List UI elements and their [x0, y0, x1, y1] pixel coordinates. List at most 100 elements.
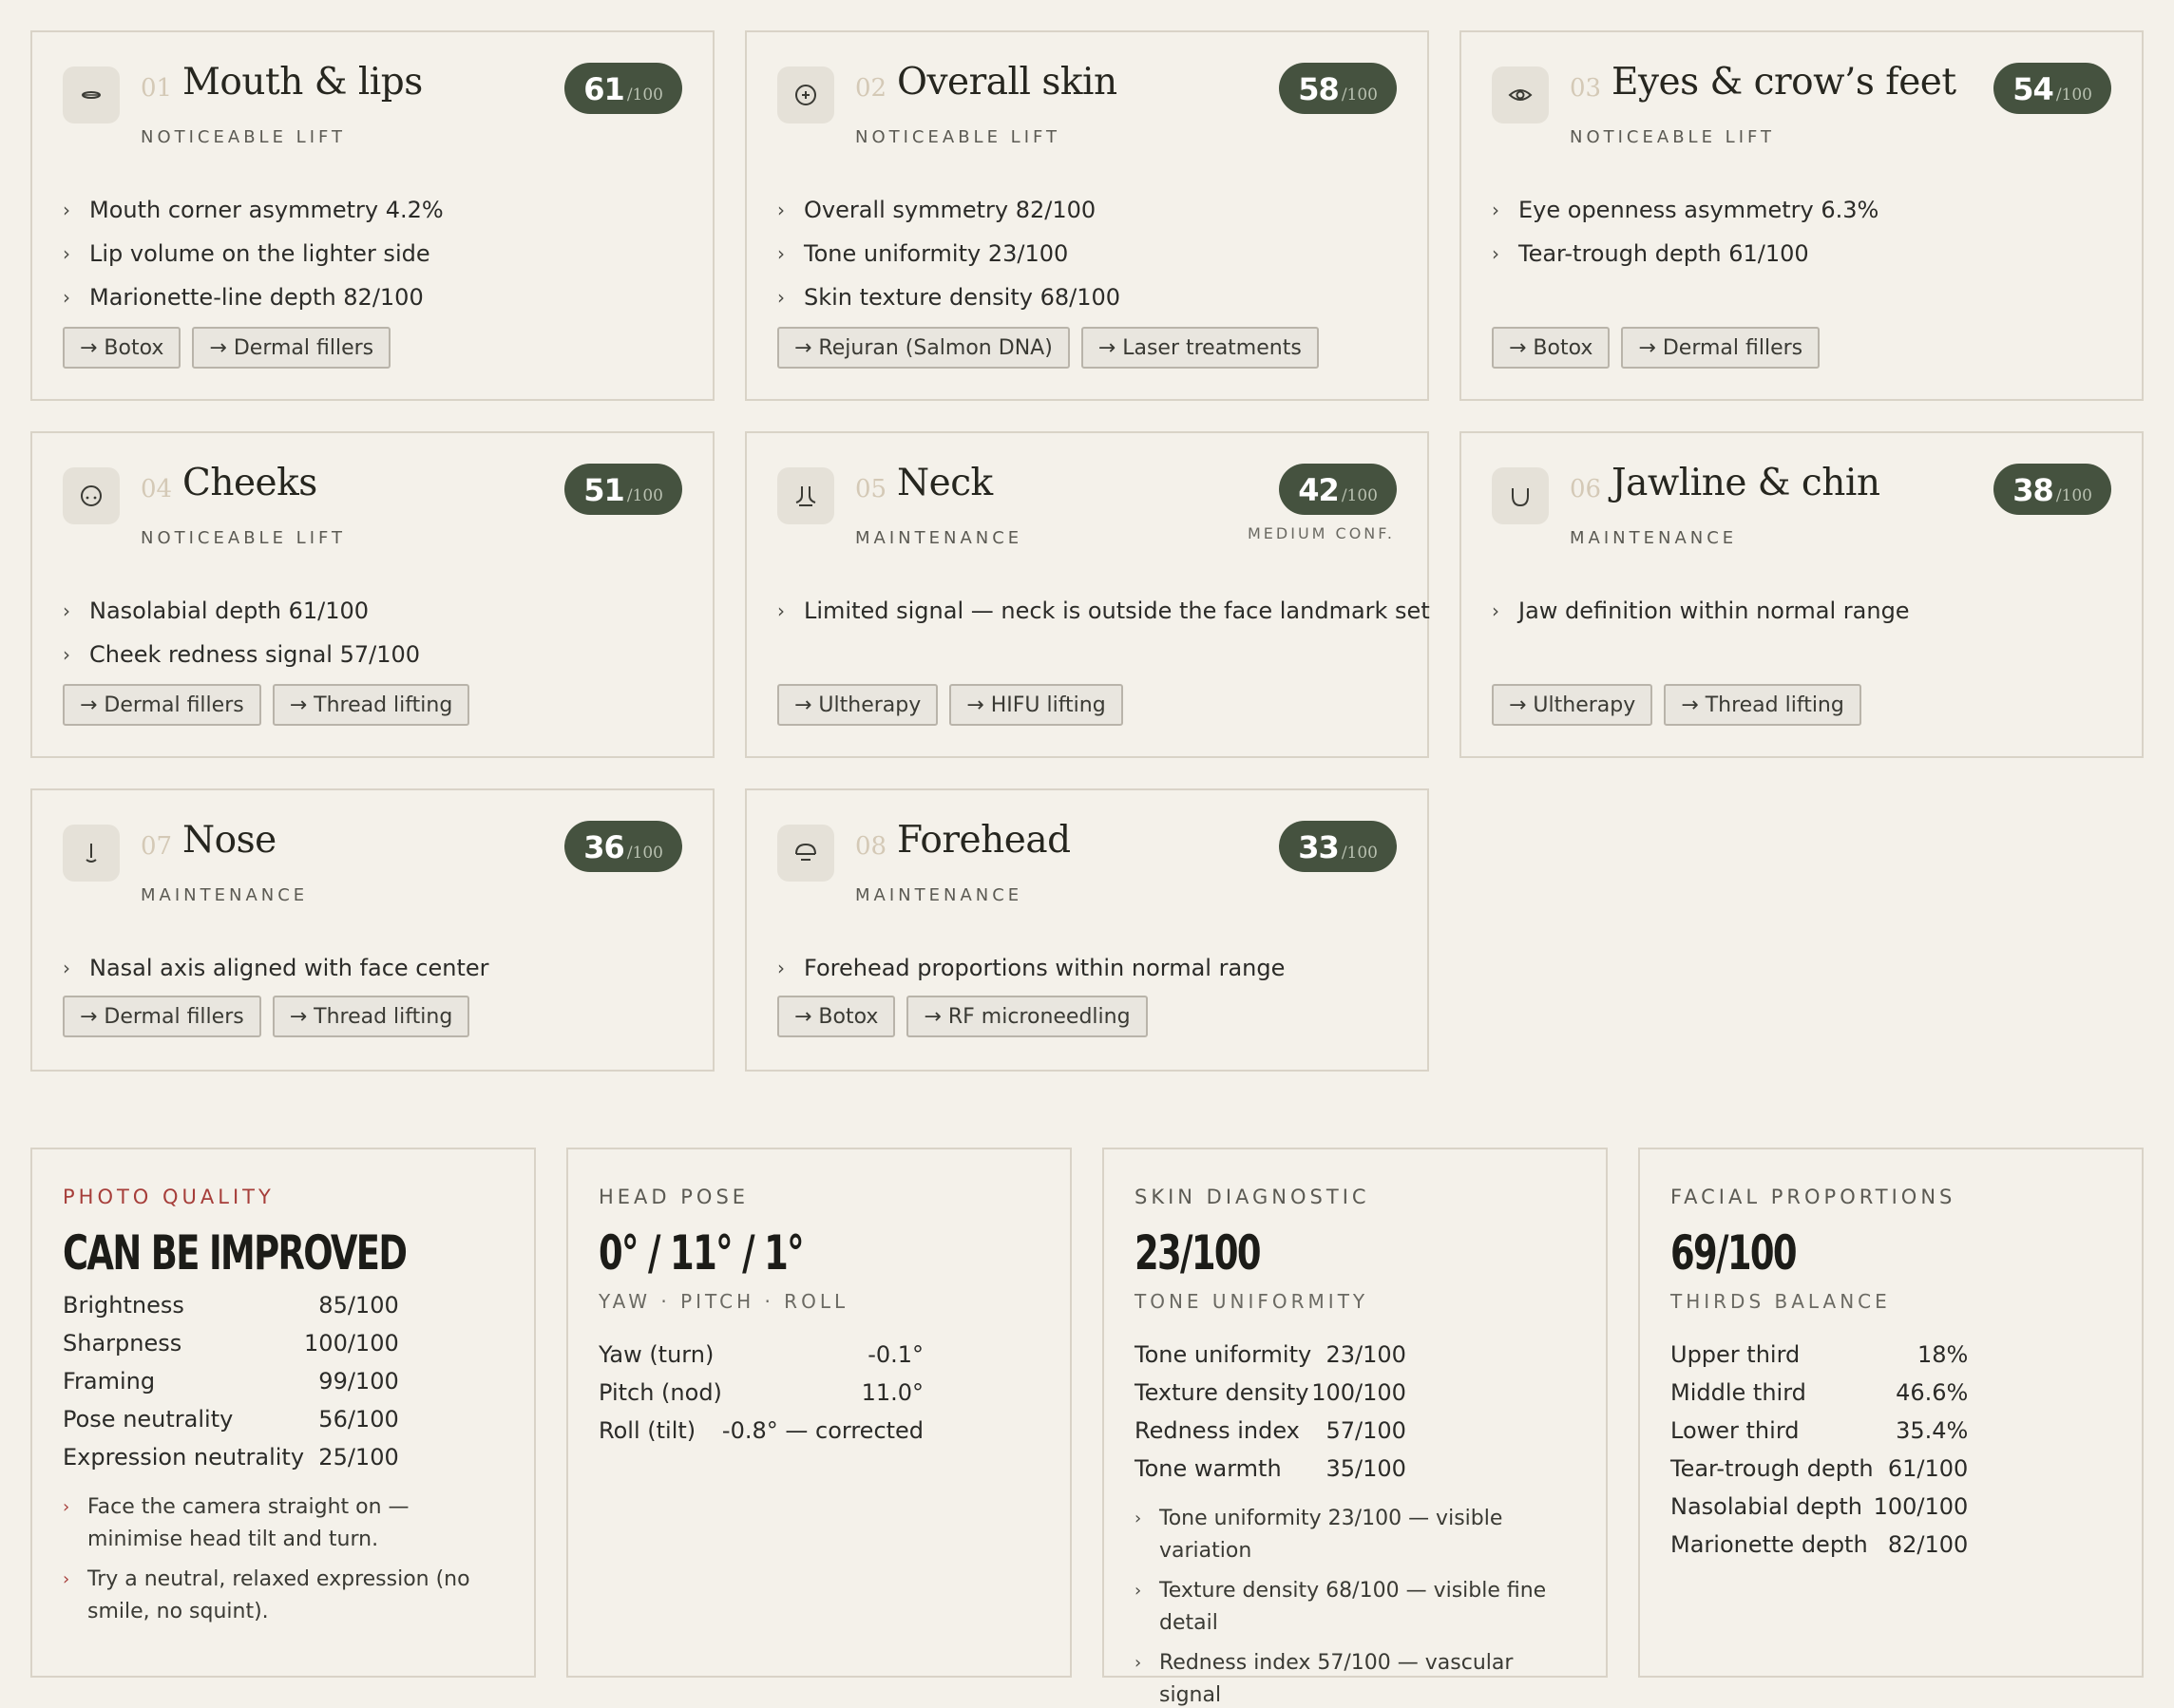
region-card[interactable]: 08 Forehead MAINTENANCE 33/100 › Forehead pro…	[745, 788, 1429, 1072]
chevron-right-icon: ›	[63, 1569, 70, 1589]
finding-text: Lip volume on the lighter side	[89, 240, 430, 267]
stat-row: Middle third 46.6%	[1670, 1374, 1968, 1412]
mouth-icon	[63, 66, 120, 123]
stat-label: Framing	[63, 1368, 156, 1395]
stat-value: 99/100	[318, 1368, 399, 1395]
region-number: 04	[141, 475, 173, 503]
treatment-chip[interactable]: → Ultherapy	[777, 684, 939, 726]
treatment-chip[interactable]: → Dermal fillers	[1621, 327, 1821, 369]
region-card[interactable]: 03 Eyes & crow’s feet NOTICEABLE LIFT 54/10…	[1459, 30, 2144, 401]
score-badge: 54/100	[1993, 63, 2111, 114]
treatment-list: → Botox → Dermal fillers	[1492, 327, 1821, 369]
photo-quality-headline: CAN BE IMPROVED	[63, 1225, 408, 1281]
chevron-right-icon: ›	[63, 957, 70, 979]
stat-value: 35/100	[1325, 1455, 1406, 1482]
stat-value: 35.4%	[1896, 1417, 1969, 1444]
confidence-label: MEDIUM CONF.	[1247, 524, 1395, 542]
treatment-chip[interactable]: → Ultherapy	[1492, 684, 1653, 726]
skin-diagnostic-sub: TONE UNIFORMITY	[1135, 1290, 1369, 1313]
chevron-right-icon: ›	[1135, 1509, 1142, 1528]
treatment-list: → Rejuran (Salmon DNA) → Laser treatments	[777, 327, 1319, 369]
treatment-chip[interactable]: → Dermal fillers	[63, 684, 261, 726]
stat-row: Upper third 18%	[1670, 1336, 1968, 1374]
nose-icon	[63, 825, 120, 882]
finding-text: Tone uniformity 23/100	[804, 240, 1069, 267]
treatment-chip[interactable]: → Thread lifting	[1664, 684, 1861, 726]
stat-label: Lower third	[1670, 1417, 1800, 1444]
finding-text: Cheek redness signal 57/100	[89, 641, 421, 668]
photo-quality-notes: › Face the camera straight on — minimise …	[63, 1491, 504, 1636]
chevron-right-icon: ›	[777, 599, 785, 622]
score-max: /100	[1341, 85, 1378, 104]
stat-row: Pitch (nod) 11.0°	[599, 1374, 924, 1412]
chevron-right-icon: ›	[63, 242, 70, 265]
chevron-right-icon: ›	[1492, 199, 1499, 221]
treatment-chip[interactable]: → Dermal fillers	[192, 327, 391, 369]
treatment-chip[interactable]: → RF microneedling	[906, 996, 1148, 1037]
treatment-list: → Ultherapy → HIFU lifting	[777, 684, 1123, 726]
region-card[interactable]: 01 Mouth & lips NOTICEABLE LIFT 61/100 › Mout…	[30, 30, 715, 401]
region-card[interactable]: 02 Overall skin NOTICEABLE LIFT 58/100 › Over…	[745, 30, 1429, 401]
stat-label: Tone warmth	[1135, 1455, 1282, 1482]
treatment-chip[interactable]: → Rejuran (Salmon DNA)	[777, 327, 1070, 369]
chevron-right-icon: ›	[1135, 1581, 1142, 1601]
treatment-chip[interactable]: → Laser treatments	[1080, 327, 1319, 369]
region-number: 02	[855, 74, 887, 103]
photo-quality-label: PHOTO QUALITY	[63, 1186, 275, 1208]
score-value: 51	[583, 472, 625, 508]
stat-label: Marionette depth	[1670, 1531, 1868, 1558]
treatment-chip[interactable]: → Botox	[777, 996, 896, 1037]
chevron-right-icon: ›	[1135, 1653, 1142, 1673]
eye-icon	[1492, 66, 1549, 123]
finding-item: › Skin texture density 68/100	[777, 283, 1120, 327]
stat-label: Pose neutrality	[63, 1406, 234, 1433]
chevron-right-icon: ›	[1492, 242, 1499, 265]
treatment-chip[interactable]: → Botox	[1492, 327, 1611, 369]
stat-row: Marionette depth 82/100	[1670, 1526, 1968, 1564]
treatment-list: → Botox → Dermal fillers	[63, 327, 391, 369]
region-card[interactable]: 05 Neck MAINTENANCE 42/100 MEDIUM CONF. › Limi…	[745, 431, 1430, 758]
finding-item: › Nasal axis aligned with face center	[63, 954, 489, 997]
treatment-chip[interactable]: → Thread lifting	[272, 684, 470, 726]
finding-item: › Overall symmetry 82/100	[777, 196, 1120, 239]
stat-label: Redness index	[1135, 1417, 1300, 1444]
treatment-chip[interactable]: → HIFU lifting	[949, 684, 1123, 726]
stat-label: Sharpness	[63, 1330, 182, 1357]
facial-proportions-table: Upper third 18% Middle third 46.6% Lower thi…	[1670, 1336, 1968, 1564]
head-pose-panel: HEAD POSE 0° / 11° / 1° YAW · PITCH · RO…	[566, 1148, 1072, 1678]
region-title: Forehead	[897, 819, 1071, 862]
note-item: › Try a neutral, relaxed expression (no s…	[63, 1564, 504, 1628]
region-title: Jawline & chin	[1611, 462, 1880, 504]
region-number: 03	[1570, 74, 1602, 103]
treatment-chip[interactable]: → Botox	[63, 327, 181, 369]
stat-value: 18%	[1917, 1341, 1969, 1368]
score-max: /100	[626, 486, 663, 505]
region-title: Nose	[182, 819, 277, 862]
stat-row: Roll (tilt) -0.8° — corrected	[599, 1412, 924, 1450]
region-tier: NOTICEABLE LIFT	[1570, 127, 1776, 147]
region-card[interactable]: 04 Cheeks NOTICEABLE LIFT 51/100 › Nasolabial…	[30, 431, 715, 758]
finding-item: › Forehead proportions within normal rang…	[777, 954, 1285, 997]
finding-list: › Mouth corner asymmetry 4.2% › Lip volume …	[63, 196, 444, 327]
note-text: Redness index 57/100 — vascular signal	[1159, 1651, 1514, 1707]
finding-item: › Nasolabial depth 61/100	[63, 597, 420, 640]
region-card[interactable]: 06 Jawline & chin MAINTENANCE 38/100 › Jaw de…	[1459, 431, 2144, 758]
stat-label: Yaw (turn)	[599, 1341, 715, 1368]
finding-list: › Forehead proportions within normal rang…	[777, 954, 1285, 997]
score-max: /100	[626, 844, 663, 863]
head-pose-label: HEAD POSE	[599, 1186, 750, 1208]
treatment-chip[interactable]: → Thread lifting	[272, 996, 470, 1037]
region-card[interactable]: 07 Nose MAINTENANCE 36/100 › Nasal axis align…	[30, 788, 715, 1072]
stat-row: Tear-trough depth 61/100	[1670, 1450, 1968, 1488]
treatment-chip[interactable]: → Dermal fillers	[63, 996, 261, 1037]
stat-row: Pose neutrality 56/100	[63, 1400, 399, 1438]
note-text: Try a neutral, relaxed expression (no sm…	[87, 1567, 470, 1623]
finding-list: › Jaw definition within normal range	[1492, 597, 1910, 640]
finding-text: Jaw definition within normal range	[1518, 598, 1910, 624]
finding-list: › Nasolabial depth 61/100 › Cheek redness s…	[63, 597, 420, 684]
treatment-list: → Dermal fillers → Thread lifting	[63, 996, 470, 1037]
note-item: › Face the camera straight on — minimise …	[63, 1491, 504, 1556]
score-badge: 51/100	[564, 464, 682, 515]
score-max: /100	[2055, 486, 2092, 505]
finding-item: › Jaw definition within normal range	[1492, 597, 1910, 640]
